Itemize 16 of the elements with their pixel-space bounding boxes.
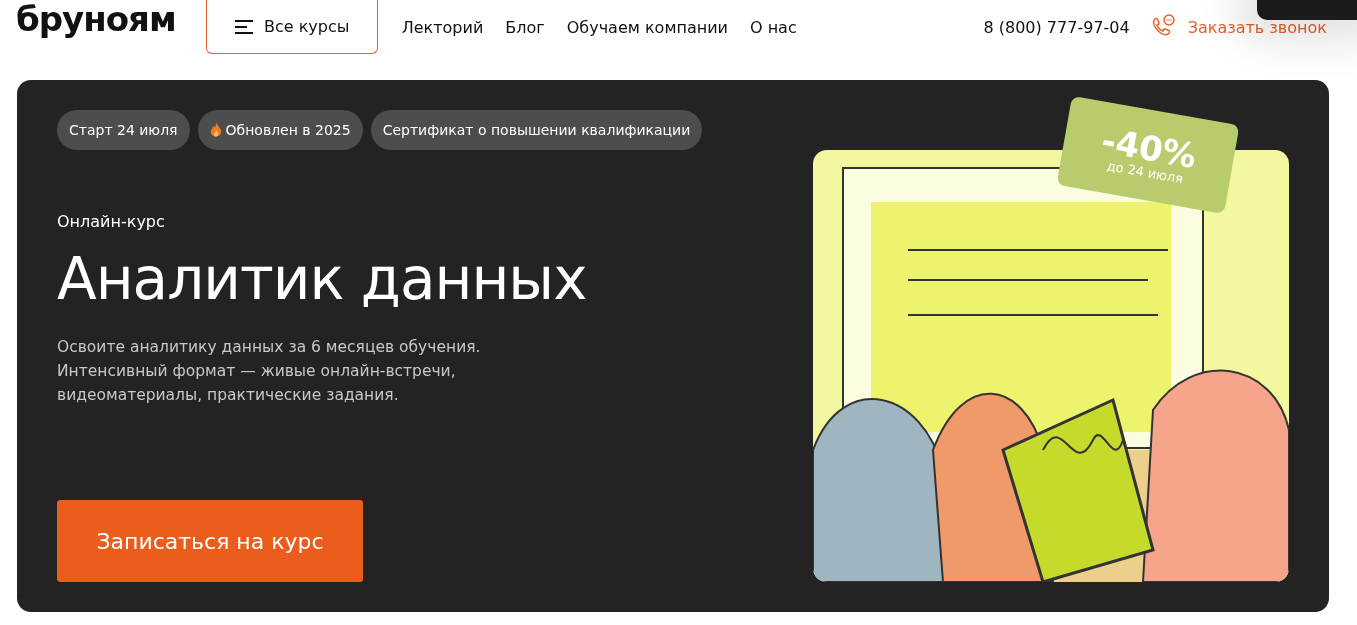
course-description: Освоите аналитику данных за 6 месяцев обучения. Интенсивный формат — живые онлайн-встречи, видеоматериалы, практические задания. <box>57 337 482 406</box>
flame-icon <box>209 122 222 138</box>
nav-link[interactable]: Блог <box>505 17 545 37</box>
nav-link[interactable]: О нас <box>749 17 797 37</box>
all-courses-button[interactable]: Все курсы <box>205 0 378 54</box>
tag-chip: Старт 24 июля <box>57 110 190 150</box>
menu-icon <box>234 19 254 34</box>
callback-link[interactable]: Заказать звонок <box>1149 14 1327 40</box>
nav-link[interactable]: Обучаем компании <box>566 17 728 37</box>
tag-chip: Сертификат о повышении квалификации <box>370 110 703 150</box>
phone-number[interactable]: 8 (800) 777-97-04 <box>983 17 1130 37</box>
course-type: Онлайн-курс <box>57 212 166 231</box>
nav-link[interactable]: Лекторий <box>401 17 484 37</box>
course-title: Аналитик данных <box>57 245 588 313</box>
tag-chip: Обновлен в 2025 <box>197 110 363 150</box>
logo[interactable]: бруноям <box>16 0 176 39</box>
